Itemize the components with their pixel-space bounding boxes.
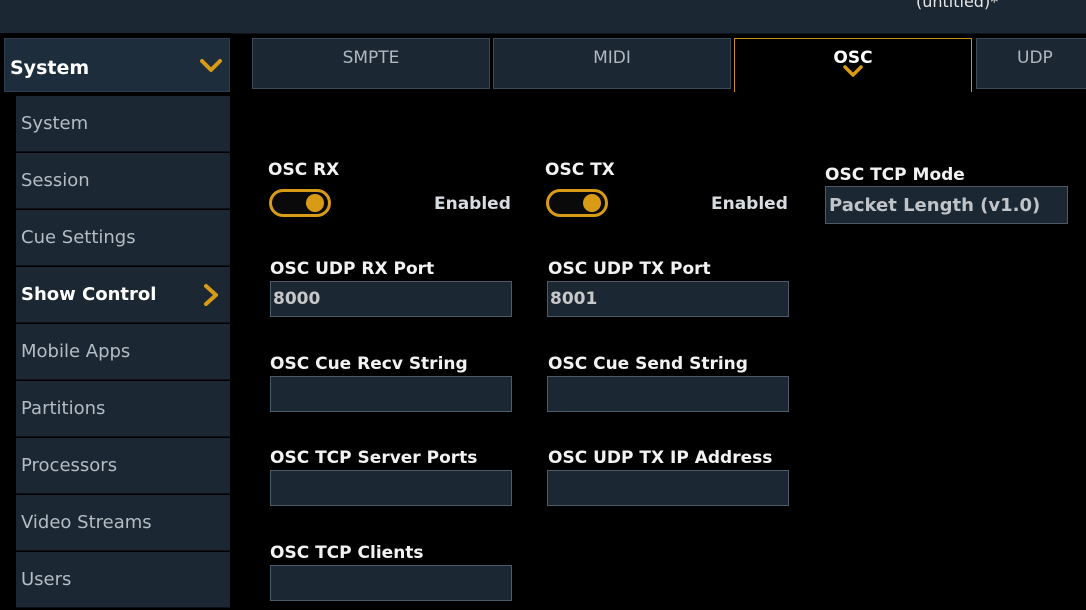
osc-udp-tx-ip-input[interactable] <box>547 470 789 506</box>
sidebar: System System Session Cue Settings Show … <box>0 33 232 610</box>
osc-tcp-clients-input[interactable] <box>270 565 512 601</box>
osc-udp-rx-port-label: OSC UDP RX Port <box>270 259 435 279</box>
osc-tcp-clients-label: OSC TCP Clients <box>270 543 424 563</box>
osc-rx-toggle[interactable] <box>269 189 331 217</box>
sidebar-item-session[interactable]: Session <box>16 153 230 209</box>
sidebar-item-processors[interactable]: Processors <box>16 438 230 494</box>
osc-tx-toggle[interactable] <box>546 189 608 217</box>
sidebar-item-mobile-apps[interactable]: Mobile Apps <box>16 324 230 380</box>
osc-udp-tx-port-label: OSC UDP TX Port <box>548 259 711 279</box>
sidebar-item-label: Processors <box>21 455 118 476</box>
chevron-right-icon <box>204 284 218 306</box>
osc-tcp-mode-label: OSC TCP Mode <box>825 165 965 185</box>
osc-rx-label: OSC RX <box>268 160 340 180</box>
sidebar-item-partitions[interactable]: Partitions <box>16 381 230 437</box>
chevron-down-icon <box>843 65 863 77</box>
sidebar-item-label: Cue Settings <box>21 227 136 248</box>
tab-label: MIDI <box>593 48 631 68</box>
sidebar-item-system[interactable]: System <box>16 96 230 152</box>
osc-udp-tx-ip-label: OSC UDP TX IP Address <box>548 448 773 468</box>
sidebar-item-label: Video Streams <box>21 512 152 533</box>
tab-midi[interactable]: MIDI <box>493 38 731 89</box>
osc-tcp-mode-select[interactable]: Packet Length (v1.0) <box>825 186 1068 224</box>
sidebar-item-label: Partitions <box>21 398 106 419</box>
osc-udp-rx-port-input[interactable]: 8000 <box>270 281 512 317</box>
sidebar-header-system[interactable]: System <box>4 38 230 92</box>
osc-cue-send-label: OSC Cue Send String <box>548 354 748 374</box>
osc-tx-state: Enabled <box>711 194 788 214</box>
toggle-knob <box>583 194 601 212</box>
sidebar-item-users[interactable]: Users <box>16 552 230 608</box>
tab-label: SMPTE <box>342 48 400 68</box>
chevron-down-icon <box>200 59 222 72</box>
sidebar-item-label: System <box>21 113 89 134</box>
title-bar: (untitled)* <box>0 0 1086 34</box>
osc-cue-recv-label: OSC Cue Recv String <box>270 354 468 374</box>
tab-label: UDP <box>1017 48 1053 68</box>
sidebar-item-label: Users <box>21 569 72 590</box>
tab-udp[interactable]: UDP <box>976 38 1086 89</box>
osc-cue-send-input[interactable] <box>547 376 789 412</box>
osc-cue-recv-input[interactable] <box>270 376 512 412</box>
sidebar-item-label: Session <box>21 170 90 191</box>
sidebar-item-show-control[interactable]: Show Control <box>16 267 230 323</box>
tab-smpte[interactable]: SMPTE <box>252 38 490 89</box>
osc-tx-label: OSC TX <box>545 160 615 180</box>
sidebar-item-video-streams[interactable]: Video Streams <box>16 495 230 551</box>
osc-udp-tx-port-input[interactable]: 8001 <box>547 281 789 317</box>
sidebar-header-label: System <box>10 57 90 79</box>
tab-osc[interactable]: OSC <box>734 38 972 92</box>
document-title: (untitled)* <box>916 0 999 11</box>
sidebar-item-cue-settings[interactable]: Cue Settings <box>16 210 230 266</box>
osc-tcp-server-ports-label: OSC TCP Server Ports <box>270 448 478 468</box>
toggle-knob <box>306 194 324 212</box>
osc-tcp-server-ports-input[interactable] <box>270 470 512 506</box>
sidebar-item-label: Show Control <box>21 284 157 305</box>
sidebar-item-label: Mobile Apps <box>21 341 131 362</box>
osc-rx-state: Enabled <box>434 194 511 214</box>
